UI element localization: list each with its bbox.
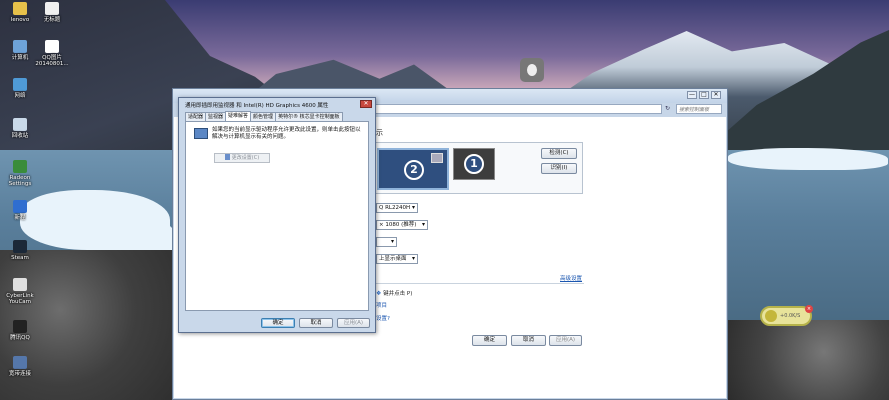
refresh-icon[interactable]: ↻ — [665, 104, 673, 114]
troubleshoot-message: 如果您的当前显示驱动程序允许更改此设置，则单击此按钮以解决与计算机显示有关的问题… — [212, 127, 361, 140]
project-hint-text: ❖ 键并点击 P) — [376, 289, 412, 297]
desktop-icon[interactable]: 宽带连接 — [0, 356, 40, 377]
multiple-displays-select[interactable]: 上显示桌面 — [376, 254, 418, 264]
dialog-title: 通用即插即用监视器 和 Intel(R) HD Graphics 4600 属性 — [185, 103, 329, 109]
folder-icon — [13, 2, 27, 15]
desktop-icon-label: Steam — [11, 255, 29, 261]
computer-icon — [13, 40, 27, 53]
desktop-icon[interactable]: CyberLink YouCam — [0, 278, 40, 305]
desktop-icon-label: 无标题 — [43, 17, 61, 23]
broadband-icon — [13, 356, 27, 369]
desktop-icon[interactable]: 无标题 — [32, 2, 72, 23]
desktop-icon-label: 宽带连接 — [8, 371, 31, 377]
file-icon — [45, 2, 59, 15]
divider — [376, 283, 584, 284]
monitor-icon — [194, 128, 208, 139]
desktop-icon-label: CyberLink YouCam — [6, 293, 34, 305]
change-settings-label: 更改设置(C) — [231, 155, 260, 161]
resolution-select[interactable]: × 1080 (推荐) — [376, 220, 428, 230]
display-select[interactable]: Q RL2240H — [376, 203, 418, 213]
dialog-cancel-button[interactable]: 取消 — [299, 318, 333, 328]
desktop-icon[interactable]: 新程 — [0, 200, 40, 221]
identify-button[interactable]: 识别(I) — [541, 163, 577, 174]
image-icon — [45, 40, 59, 53]
network-speed-widget[interactable]: +0.0K/S × — [760, 305, 813, 326]
network-icon — [13, 78, 27, 91]
troubleshoot-panel: 如果您的当前显示驱动程序允许更改此设置，则单击此按钮以解决与计算机显示有关的问题… — [185, 121, 369, 311]
maximize-button[interactable]: □ — [699, 91, 709, 99]
monitor-1[interactable]: 1 — [453, 148, 495, 180]
dialog-tab[interactable]: 疑难解答 — [225, 111, 252, 121]
desktop-widget-icon[interactable] — [520, 58, 544, 82]
desktop-icon[interactable]: Steam — [0, 240, 40, 261]
project-hint-label: 键并点击 P) — [383, 291, 413, 297]
desktop-icon[interactable]: 腾讯QQ — [0, 320, 40, 341]
display-apply-button[interactable]: 应用(A) — [549, 335, 582, 346]
change-settings-button[interactable]: 更改设置(C) — [214, 153, 270, 163]
qq-icon — [13, 320, 27, 333]
widget-close-icon[interactable]: × — [805, 305, 813, 313]
window-controls: — □ ✕ — [687, 91, 721, 99]
monitor-properties-dialog: 通用即插即用监视器 和 Intel(R) HD Graphics 4600 属性… — [178, 97, 376, 333]
desktop-icon-label: lenovo — [10, 17, 30, 23]
webcam-icon — [13, 278, 27, 291]
steam-icon — [13, 240, 27, 253]
advanced-settings-link[interactable]: 高级设置 — [560, 274, 582, 282]
uac-shield-icon — [224, 154, 230, 160]
desktop-icon-label: QQ图片 20140801... — [35, 55, 69, 67]
dialog-close-button[interactable]: ✕ — [360, 100, 372, 108]
close-button[interactable]: ✕ — [711, 91, 721, 99]
search-input[interactable]: 搜索控制面板 — [676, 104, 722, 114]
display-cancel-button[interactable]: 取消 — [511, 335, 546, 346]
minimize-button[interactable]: — — [687, 91, 697, 99]
radeon-icon — [13, 160, 27, 173]
detect-button[interactable]: 检测(C) — [541, 148, 577, 159]
other-settings-link[interactable]: 设置? — [376, 314, 390, 322]
orientation-select[interactable] — [376, 237, 397, 247]
wallpaper-rocks-right — [726, 320, 889, 400]
desktop-icon[interactable]: 回收站 — [0, 118, 40, 139]
address-bar-row: ↻ 搜索控制面板 — [373, 104, 722, 114]
browser-icon — [13, 200, 27, 213]
network-speed-text: +0.0K/S — [780, 313, 801, 319]
desktop-icon-label: 新程 — [14, 215, 26, 221]
monitor-mini-icon — [431, 153, 443, 163]
desktop-icon[interactable]: QQ图片 20140801... — [32, 40, 72, 67]
desktop-icon-label: 腾讯QQ — [10, 335, 30, 341]
desktop-icon-label: Radeon Settings — [8, 175, 32, 187]
wallpaper-ice — [728, 148, 888, 170]
dialog-apply-button[interactable]: 应用(A) — [337, 318, 370, 328]
recycle-bin-icon — [13, 118, 27, 131]
project-link[interactable]: 项目 — [376, 301, 387, 309]
desktop-icon-label: 网络 — [14, 93, 26, 99]
desktop-icon[interactable]: 网络 — [0, 78, 40, 99]
display-heading-fragment: 示 — [376, 129, 383, 137]
monitor-2-number: 2 — [404, 160, 424, 180]
desktop-icon[interactable]: Radeon Settings — [0, 160, 40, 187]
speed-ball-icon — [765, 310, 777, 322]
monitor-2[interactable]: 2 — [377, 148, 449, 190]
display-ok-button[interactable]: 确定 — [472, 335, 507, 346]
desktop-icon-label: 计算机 — [11, 55, 29, 61]
desktop-icon-label: 回收站 — [11, 133, 29, 139]
windows-logo-icon: ❖ — [376, 290, 382, 297]
monitor-1-number: 1 — [464, 154, 484, 174]
address-bar[interactable] — [373, 104, 662, 114]
dialog-ok-button[interactable]: 确定 — [261, 318, 295, 328]
